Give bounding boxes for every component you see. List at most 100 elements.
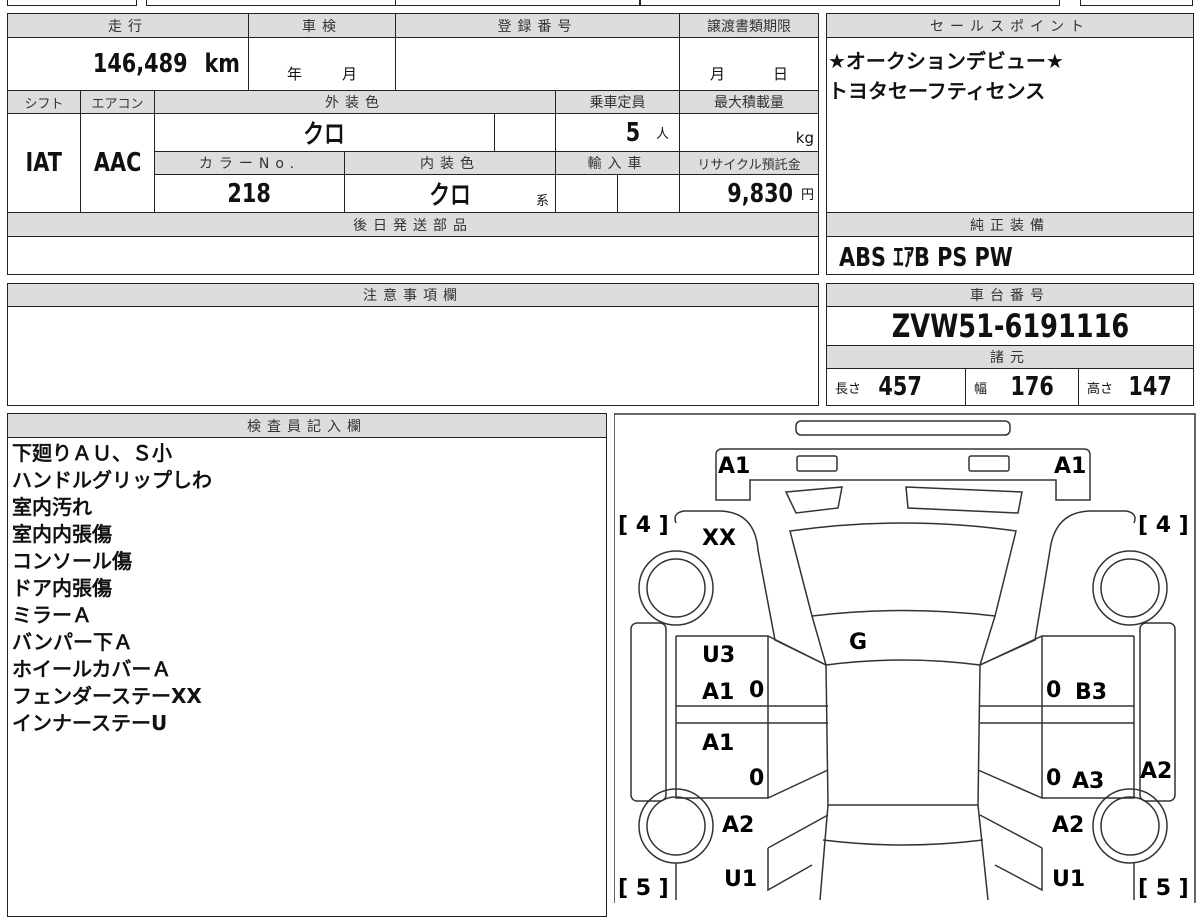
equipment-label: 純正装備 <box>826 212 1194 237</box>
sales-point-text: ★オークションデビュー★ トヨタセーフティセンス <box>828 46 1064 106</box>
color-no: 218 <box>227 178 272 209</box>
car-damage-diagram: A1 A1 [ 4 ] [ 4 ] [ 5 ] [ 5 ] XX G U3 A1… <box>614 413 1196 903</box>
month: 月 <box>709 65 725 83</box>
inspector-line: ホイールカバーＡ <box>12 657 172 681</box>
inspector-line: フェンダーステーXX <box>12 684 202 708</box>
capacity-value: 5人 <box>555 113 680 152</box>
mark-windshield: G <box>849 630 867 655</box>
ac: AAC <box>93 148 142 178</box>
recycle-label: リサイクル預託金 <box>679 151 819 175</box>
inspection-value: 年月 <box>248 37 396 91</box>
top-cell <box>395 0 640 6</box>
doc-deadline-label: 譲渡書類期限 <box>679 13 819 38</box>
capacity-label: 乗車定員 <box>555 90 680 114</box>
mark-door-rl: A1 <box>702 731 734 756</box>
inspector-line: バンパー下Ａ <box>12 630 133 654</box>
interior-suffix: 系 <box>535 194 549 209</box>
inspector-line: コンソール傷 <box>12 549 132 573</box>
inspector-line: ドア内張傷 <box>12 576 112 600</box>
spec-label: 諸元 <box>826 345 1194 369</box>
height: 147 <box>1128 372 1172 402</box>
interior: クロ <box>429 181 471 211</box>
mark-door-fr: B3 <box>1075 680 1107 705</box>
color-no-label: カラーNo. <box>154 151 345 175</box>
inspection-label: 車検 <box>248 13 396 38</box>
month: 月 <box>342 65 358 83</box>
registration-label: 登録番号 <box>395 13 680 38</box>
tire-rear-left: [ 5 ] <box>618 876 669 901</box>
capacity-unit: 人 <box>655 127 669 142</box>
sales-line: ★オークションデビュー★ <box>828 49 1064 73</box>
sales-line: トヨタセーフティセンス <box>828 79 1046 103</box>
day: 日 <box>773 65 789 83</box>
interior-label: 内装色 <box>344 151 556 175</box>
recycle-value: 9,830 円 <box>679 174 819 213</box>
height-cell: 高さ 147 <box>1078 368 1194 406</box>
shift: IAT <box>25 148 63 178</box>
mark-door-fl: U3 <box>702 643 735 668</box>
color-no-value: 218 <box>154 174 345 213</box>
mileage-value: 146,489 km <box>7 37 249 91</box>
chassis-value: ZVW51-6191116 <box>826 306 1194 346</box>
length-cell: 長さ 457 <box>826 368 966 406</box>
top-cell <box>146 0 396 6</box>
exterior-value: クロ <box>154 113 495 152</box>
registration-value <box>395 37 680 91</box>
shift-value: IAT <box>7 113 81 213</box>
mark-quarter-left: A2 <box>722 813 754 838</box>
height-label: 高さ <box>1087 381 1114 397</box>
mark-zero: 0 <box>1046 766 1061 791</box>
mileage: 146,489 <box>93 49 188 79</box>
mark-zero: 0 <box>749 766 764 791</box>
mark-quarter-right: A2 <box>1052 813 1084 838</box>
mark-fender-fl: XX <box>702 526 736 551</box>
year: 年 <box>286 65 302 83</box>
ac-value: AAC <box>80 113 155 213</box>
mark-rear-right: U1 <box>1052 867 1085 892</box>
capacity: 5 <box>625 117 641 148</box>
tire-front-left: [ 4 ] <box>618 513 669 538</box>
recycle: 9,830 <box>726 178 793 209</box>
mark-door-rr: A3 <box>1072 769 1104 794</box>
import-value <box>555 174 618 213</box>
top-cell <box>7 0 137 6</box>
inspector-notes: 下廻りＡＵ、Ｓ小 ハンドルグリップしわ 室内汚れ 室内内張傷 コンソール傷 ドア… <box>12 440 212 737</box>
tire-rear-right: [ 5 ] <box>1138 876 1189 901</box>
inspector-line: 下廻りＡＵ、Ｓ小 <box>12 441 172 465</box>
inspector-line: 室内汚れ <box>12 495 92 519</box>
mark-zero: 0 <box>1046 678 1061 703</box>
top-cell <box>640 0 1060 6</box>
mark-rear-left: U1 <box>724 867 757 892</box>
ac-label: エアコン <box>80 90 155 114</box>
chassis-label: 車台番号 <box>826 283 1194 307</box>
mark-front-right: A1 <box>1054 454 1086 479</box>
mileage-label: 走行 <box>7 13 249 38</box>
equipment: ABS ｴｱB PS PW <box>839 243 1013 273</box>
mark-zero: 0 <box>749 678 764 703</box>
import-label: 輸入車 <box>555 151 680 175</box>
notes-value <box>7 306 819 406</box>
import-value <box>617 174 680 213</box>
length-label: 長さ <box>835 381 862 397</box>
later-parts-label: 後日発送部品 <box>7 212 819 237</box>
inspector-line: ハンドルグリップしわ <box>12 468 212 492</box>
load-unit: kg <box>795 129 814 147</box>
inspector-line: インナーステーU <box>12 711 168 735</box>
doc-deadline-value: 月日 <box>679 37 819 91</box>
inspector-label: 検査員記入欄 <box>7 413 607 438</box>
chassis-number: ZVW51-6191116 <box>891 307 1129 345</box>
exterior: クロ <box>303 120 346 150</box>
equipment-value: ABS ｴｱB PS PW <box>826 236 1194 275</box>
later-parts-value <box>7 236 819 275</box>
mark-door-fl: A1 <box>702 680 734 705</box>
width-label: 幅 <box>974 381 988 397</box>
sales-point-label: セールスポイント <box>826 13 1194 38</box>
notes-label: 注意事項欄 <box>7 283 819 307</box>
top-cell <box>1080 0 1193 6</box>
width-cell: 幅 176 <box>965 368 1079 406</box>
tire-front-right: [ 4 ] <box>1138 513 1189 538</box>
exterior-label: 外装色 <box>154 90 556 114</box>
mark-sill-right: A2 <box>1140 759 1172 784</box>
shift-label: シフト <box>7 90 81 114</box>
mark-front-left: A1 <box>718 454 750 479</box>
